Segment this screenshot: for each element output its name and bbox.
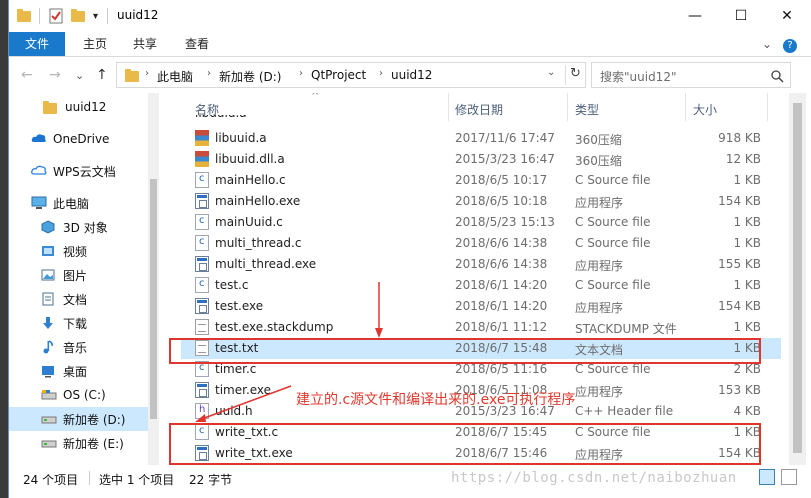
arrowhead-icon bbox=[375, 328, 383, 338]
watermark: https://blog.csdn.net/naibozhuan bbox=[451, 470, 737, 486]
annotation-arrow-left bbox=[198, 385, 292, 421]
annotation-text: 建立的.c源文件和编译出来的.exe可执行程序 bbox=[296, 392, 576, 408]
desktop-background bbox=[0, 0, 8, 498]
explorer-window: ▾ uuid12 — ☐ ✕ 文件 主页 共享 查看 ⌄ ? ← → ⌄ ↑ ›… bbox=[8, 0, 811, 498]
arrowhead-icon bbox=[195, 414, 206, 422]
highlight-box-test-txt bbox=[169, 338, 761, 364]
highlight-box-write-txt bbox=[169, 423, 761, 465]
